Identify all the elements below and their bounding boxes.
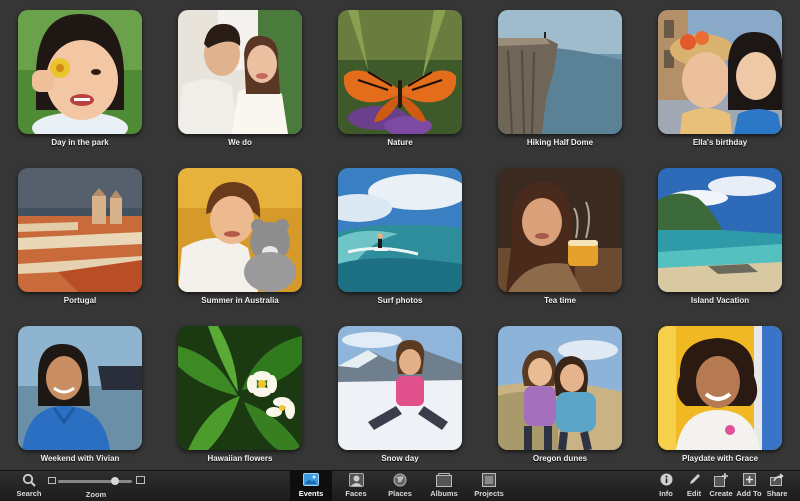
tab-events[interactable]: Events	[290, 471, 332, 501]
share-label: Share	[766, 489, 788, 498]
event-tile[interactable]: Day in the park	[18, 10, 142, 147]
event-title: We do	[228, 138, 252, 147]
event-tile[interactable]: Tea time	[498, 168, 622, 305]
tab-projects[interactable]: Projects	[468, 471, 510, 501]
zoom-slider-knob[interactable]	[111, 477, 119, 485]
create-icon	[708, 471, 734, 488]
zoom-slider[interactable]	[58, 477, 132, 485]
event-tile[interactable]: Oregon dunes	[498, 326, 622, 463]
search-button[interactable]: Search	[12, 471, 46, 501]
events-grid: Day in the park We do Nature Hiking Half…	[0, 0, 800, 470]
event-thumbnail[interactable]	[658, 10, 782, 134]
event-thumbnail[interactable]	[18, 326, 142, 450]
event-thumbnail[interactable]	[338, 168, 462, 292]
share-button[interactable]: Share	[764, 471, 790, 501]
add-to-button[interactable]: Add To	[736, 471, 762, 501]
magnifier-icon	[12, 471, 46, 488]
event-thumbnail[interactable]	[18, 168, 142, 292]
event-tile[interactable]: Nature	[338, 10, 462, 147]
event-tile[interactable]: Surf photos	[338, 168, 462, 305]
event-thumbnail[interactable]	[498, 168, 622, 292]
event-thumbnail[interactable]	[338, 10, 462, 134]
faces-label: Faces	[345, 489, 367, 498]
albums-icon	[424, 471, 464, 488]
event-title: Hawaiian flowers	[207, 454, 273, 463]
faces-icon	[336, 471, 376, 488]
share-icon	[764, 471, 790, 488]
tab-places[interactable]: Places	[380, 471, 420, 501]
event-tile[interactable]: Island Vacation	[658, 168, 782, 305]
albums-label: Albums	[430, 489, 458, 498]
event-title: Summer in Australia	[201, 296, 279, 305]
event-thumbnail[interactable]	[178, 168, 302, 292]
event-thumbnail[interactable]	[178, 10, 302, 134]
event-thumbnail[interactable]	[498, 326, 622, 450]
event-thumbnail[interactable]	[658, 326, 782, 450]
pencil-icon	[682, 471, 706, 488]
create-label: Create	[709, 489, 733, 498]
event-tile[interactable]: Hiking Half Dome	[498, 10, 622, 147]
tab-albums[interactable]: Albums	[424, 471, 464, 501]
event-title: Oregon dunes	[532, 454, 588, 463]
event-title: Snow day	[381, 454, 419, 463]
event-title: Tea time	[544, 296, 576, 305]
event-thumbnail[interactable]	[658, 168, 782, 292]
info-label: Info	[659, 489, 673, 498]
create-button[interactable]: Create	[708, 471, 734, 501]
event-thumbnail[interactable]	[498, 10, 622, 134]
event-tile[interactable]: Snow day	[338, 326, 462, 463]
edit-button[interactable]: Edit	[682, 471, 706, 501]
add-to-label: Add To	[736, 489, 762, 498]
event-tile[interactable]: Portugal	[18, 168, 142, 305]
event-title: Day in the park	[51, 138, 109, 147]
info-icon	[652, 471, 680, 488]
bottom-toolbar: Search Zoom Events Faces Places Albums P…	[0, 470, 800, 501]
places-label: Places	[388, 489, 412, 498]
event-title: Hiking Half Dome	[526, 138, 594, 147]
event-title: Nature	[387, 138, 413, 147]
event-title: Weekend with Vivian	[40, 454, 120, 463]
event-tile[interactable]: We do	[178, 10, 302, 147]
info-button[interactable]: Info	[652, 471, 680, 501]
events-label: Events	[298, 489, 324, 498]
event-title: Surf photos	[377, 296, 423, 305]
zoom-large-icon	[136, 476, 145, 484]
edit-label: Edit	[686, 489, 702, 498]
projects-icon	[468, 471, 510, 488]
events-icon	[290, 471, 332, 488]
event-thumbnail[interactable]	[338, 326, 462, 450]
event-title: Ella's birthday	[692, 138, 748, 147]
event-thumbnail[interactable]	[178, 326, 302, 450]
search-label: Search	[16, 489, 42, 498]
event-title: Playdate with Grace	[681, 454, 759, 463]
event-title: Island Vacation	[690, 296, 750, 305]
zoom-label: Zoom	[85, 490, 107, 499]
event-tile[interactable]: Hawaiian flowers	[178, 326, 302, 463]
event-tile[interactable]: Playdate with Grace	[658, 326, 782, 463]
event-title: Portugal	[63, 296, 97, 305]
event-tile[interactable]: Ella's birthday	[658, 10, 782, 147]
zoom-label-wrap: Zoom	[60, 490, 132, 501]
event-thumbnail[interactable]	[18, 10, 142, 134]
event-tile[interactable]: Summer in Australia	[178, 168, 302, 305]
globe-icon	[380, 471, 420, 488]
projects-label: Projects	[474, 489, 504, 498]
plus-icon	[736, 471, 762, 488]
zoom-small-icon	[48, 477, 56, 484]
event-tile[interactable]: Weekend with Vivian	[18, 326, 142, 463]
tab-faces[interactable]: Faces	[336, 471, 376, 501]
